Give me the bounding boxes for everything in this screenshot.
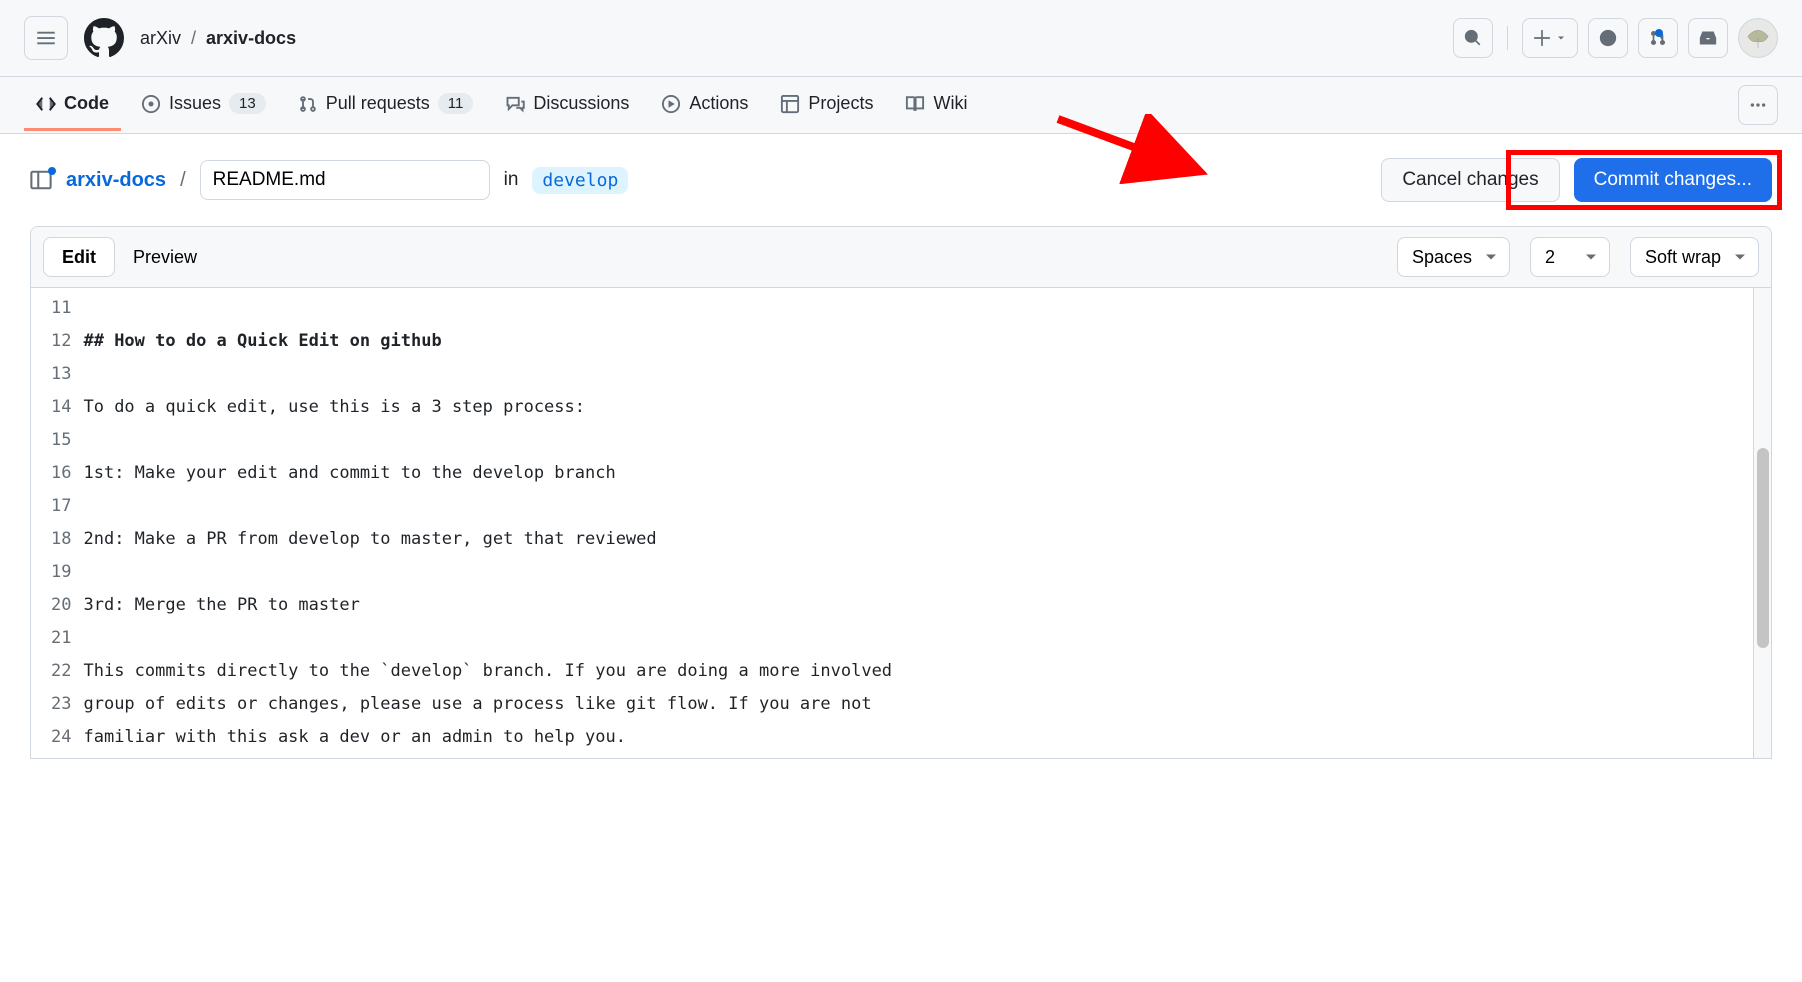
tab-label: Issues — [169, 93, 221, 114]
issues-icon — [141, 94, 161, 114]
indent-size-select[interactable]: 2 — [1530, 237, 1610, 277]
create-new-button[interactable] — [1522, 18, 1578, 58]
tab-wiki[interactable]: Wiki — [893, 79, 979, 131]
tab-issues[interactable]: Issues 13 — [129, 79, 278, 131]
line-number-gutter: 1112131415161718192021222324 — [31, 288, 83, 758]
notification-dot — [1655, 29, 1663, 37]
repo-nav-tabs: Code Issues 13 Pull requests 11 Discussi… — [0, 77, 1802, 134]
actions-icon — [661, 94, 681, 114]
code-icon — [36, 94, 56, 114]
tab-pull-requests[interactable]: Pull requests 11 — [286, 79, 486, 131]
nav-more-button[interactable] — [1738, 85, 1778, 125]
filename-input[interactable] — [200, 160, 490, 200]
search-icon — [1464, 29, 1482, 47]
divider — [1507, 26, 1508, 50]
code-editor[interactable]: 1112131415161718192021222324 ## How to d… — [31, 288, 1771, 758]
tab-label: Discussions — [533, 93, 629, 114]
breadcrumb-separator: / — [191, 28, 196, 49]
kebab-icon — [1749, 96, 1767, 114]
code-content[interactable]: ## How to do a Quick Edit on githubTo do… — [83, 288, 1753, 758]
breadcrumb-repo[interactable]: arxiv-docs — [206, 28, 296, 49]
tab-label: Wiki — [933, 93, 967, 114]
file-edit-bar: arxiv-docs / in develop Cancel changes C… — [0, 134, 1802, 226]
projects-icon — [780, 94, 800, 114]
issues-button[interactable] — [1588, 18, 1628, 58]
in-label: in — [504, 169, 519, 191]
tab-label: Actions — [689, 93, 748, 114]
issues-count: 13 — [229, 93, 266, 114]
avatar[interactable] — [1738, 18, 1778, 58]
preview-tab-button[interactable]: Preview — [115, 237, 215, 277]
tab-label: Pull requests — [326, 93, 430, 114]
wiki-icon — [905, 94, 925, 114]
inbox-button[interactable] — [1688, 18, 1728, 58]
tab-label: Projects — [808, 93, 873, 114]
avatar-ginkgo-icon — [1741, 21, 1775, 55]
issues-icon — [1599, 29, 1617, 47]
file-tree-toggle[interactable] — [30, 169, 52, 191]
scrollbar-thumb[interactable] — [1757, 448, 1769, 648]
repo-breadcrumb-link[interactable]: arxiv-docs — [66, 169, 166, 192]
branch-badge: develop — [532, 167, 628, 194]
tab-projects[interactable]: Projects — [768, 79, 885, 131]
inbox-icon — [1699, 29, 1717, 47]
pull-requests-button[interactable] — [1638, 18, 1678, 58]
chevron-down-icon — [1555, 32, 1567, 44]
search-button[interactable] — [1453, 18, 1493, 58]
edit-tab-button[interactable]: Edit — [43, 237, 115, 277]
wrap-mode-select[interactable]: Soft wrap — [1630, 237, 1759, 277]
commit-changes-button[interactable]: Commit changes... — [1574, 158, 1772, 202]
editor-container: Edit Preview Spaces 2 Soft wrap 11121314… — [30, 226, 1772, 759]
hamburger-menu-button[interactable] — [24, 16, 68, 60]
editor-toolbar: Edit Preview Spaces 2 Soft wrap — [31, 227, 1771, 288]
scrollbar[interactable] — [1753, 288, 1771, 758]
tab-label: Code — [64, 93, 109, 114]
tab-discussions[interactable]: Discussions — [493, 79, 641, 131]
indent-mode-select[interactable]: Spaces — [1397, 237, 1510, 277]
breadcrumb-separator: / — [180, 169, 186, 192]
breadcrumb-owner[interactable]: arXiv — [140, 28, 181, 49]
cancel-changes-button[interactable]: Cancel changes — [1381, 158, 1559, 202]
header-actions — [1453, 18, 1778, 58]
plus-icon — [1533, 29, 1551, 47]
github-logo-icon[interactable] — [84, 18, 124, 58]
pulls-count: 11 — [438, 93, 474, 114]
global-header: arXiv / arxiv-docs — [0, 0, 1802, 77]
hamburger-icon — [36, 28, 56, 48]
breadcrumb: arXiv / arxiv-docs — [140, 28, 296, 49]
pull-request-icon — [298, 94, 318, 114]
tab-code[interactable]: Code — [24, 79, 121, 131]
discussions-icon — [505, 94, 525, 114]
notification-dot — [48, 167, 56, 175]
tab-actions[interactable]: Actions — [649, 79, 760, 131]
